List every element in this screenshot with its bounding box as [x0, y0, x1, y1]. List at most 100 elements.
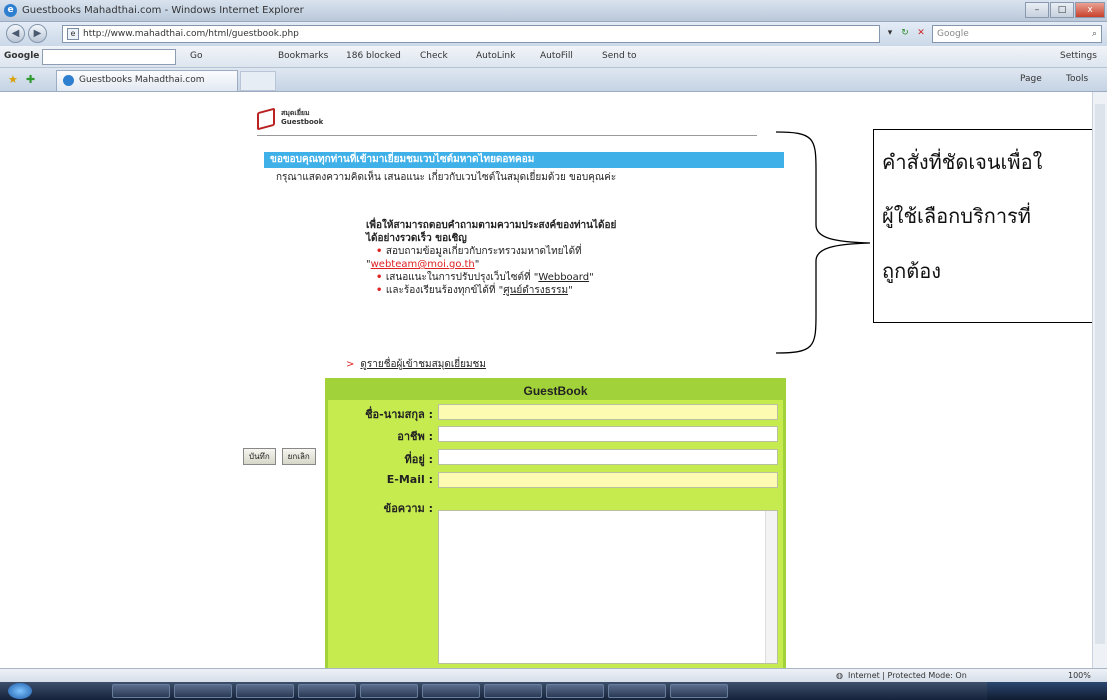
webboard-link[interactable]: Webboard — [538, 272, 589, 283]
address-dropdown-icon[interactable]: ▾ — [884, 25, 896, 43]
taskbar-button[interactable] — [484, 684, 542, 698]
favorites-star-icon[interactable]: ★ — [8, 73, 18, 86]
url-text: http://www.mahadthai.com/html/guestbook.… — [83, 29, 299, 39]
name-label: ชื่อ-นามสกุล : — [365, 408, 433, 421]
arrow-icon: > — [346, 359, 355, 370]
windows-taskbar — [0, 682, 1107, 700]
page-icon: e — [67, 28, 79, 40]
view-guests-link[interactable]: ดูรายชื่อผู้เข้าชมสมุดเยี่ยมชม — [360, 359, 486, 370]
settings-button[interactable]: Settings — [1060, 51, 1097, 61]
guestbook-form: GuestBook ชื่อ-นามสกุล : อาชีพ : ที่อยู่… — [325, 378, 786, 668]
send-to-button[interactable]: Send to — [602, 51, 637, 61]
taskbar-button[interactable] — [236, 684, 294, 698]
security-zone-text: Internet | Protected Mode: On — [848, 671, 967, 680]
address-label: ที่อยู่ : — [404, 453, 433, 466]
cancel-button[interactable]: ยกเลิก — [281, 448, 316, 465]
start-button[interactable] — [8, 683, 32, 699]
submit-button[interactable]: บันทึก — [243, 448, 276, 465]
url-field[interactable]: e http://www.mahadthai.com/html/guestboo… — [62, 25, 880, 43]
tab-page-icon — [63, 75, 74, 86]
curly-brace-annotation — [775, 131, 871, 354]
name-field[interactable] — [438, 404, 778, 420]
address-field[interactable] — [438, 449, 778, 465]
taskbar-button[interactable] — [112, 684, 170, 698]
tab-label: Guestbooks Mahadthai.com — [79, 75, 205, 85]
info-item-complaint-text: และร้องเรียนร้องทุกข์ได้ที่ — [385, 285, 499, 296]
google-go-button[interactable]: Go — [190, 51, 202, 61]
info-heading-line1: เพื่อให้สามารถตอบคำถามตามความประสงค์ของท… — [366, 220, 617, 231]
info-item-email-text: สอบถามข้อมูลเกี่ยวกับกระทรวงมหาดไทยได้ที… — [385, 246, 582, 257]
tab-bar: ★ ✚ Guestbooks Mahadthai.com Page Tools — [0, 68, 1107, 92]
globe-icon: ◍ — [836, 671, 843, 680]
complaint-center-link[interactable]: ศูนย์ดำรงธรรม — [503, 285, 568, 296]
guestbook-form-body: ชื่อ-นามสกุล : อาชีพ : ที่อยู่ : E-Mail … — [328, 400, 783, 668]
info-heading-line2: ได้อย่างรวดเร็ว ขอเชิญ — [366, 233, 467, 244]
window-titlebar: e Guestbooks Mahadthai.com - Windows Int… — [0, 0, 1107, 22]
internet-explorer-icon: e — [4, 4, 17, 17]
search-placeholder: Google — [937, 29, 969, 39]
email-field[interactable] — [438, 472, 778, 488]
new-tab-button[interactable] — [240, 71, 276, 91]
forward-button[interactable]: ▶ — [28, 24, 47, 43]
guestbook-buttons: บันทึก ยกเลิก — [243, 448, 316, 465]
page-menu[interactable]: Page — [1020, 74, 1042, 84]
guestbook-logo: สมุดเยี่ยม Guestbook — [257, 107, 757, 136]
maximize-button[interactable]: □ — [1050, 2, 1074, 18]
info-item-webboard-text: เสนอแนะในการปรับปรุงเว็บไซต์ที่ — [385, 272, 534, 283]
tab-guestbook[interactable]: Guestbooks Mahadthai.com — [56, 70, 238, 91]
page-content: สมุดเยี่ยม Guestbook ขอขอบคุณทุกท่านที่เ… — [0, 92, 1107, 668]
callout-line1: คำสั่งที่ชัดเจนเพื่อใ — [882, 150, 1043, 174]
page-scrollbar[interactable] — [1092, 92, 1107, 668]
autofill-button[interactable]: AutoFill — [540, 51, 573, 61]
bullet-icon: • — [376, 246, 386, 257]
taskbar-button[interactable] — [174, 684, 232, 698]
system-tray[interactable] — [987, 682, 1107, 700]
search-input[interactable]: Google ⌕ — [932, 25, 1102, 43]
webteam-email-link[interactable]: webteam@moi.go.th — [371, 259, 475, 270]
email-label: E-Mail : — [386, 473, 433, 486]
stop-icon[interactable]: ✕ — [914, 25, 928, 43]
callout-line2: ผู้ใช้เลือกบริการที่ — [882, 204, 1031, 228]
info-email-row: "webteam@moi.go.th" — [366, 259, 480, 270]
taskbar-button[interactable] — [546, 684, 604, 698]
taskbar-button[interactable] — [422, 684, 480, 698]
google-toolbar: Google Go Bookmarks 186 blocked Check Au… — [0, 46, 1107, 68]
taskbar-button[interactable] — [670, 684, 728, 698]
close-button[interactable]: x — [1075, 2, 1105, 18]
address-bar: ◀ ▶ e http://www.mahadthai.com/html/gues… — [0, 22, 1107, 46]
message-label: ข้อความ : — [383, 502, 433, 515]
occupation-field[interactable] — [438, 426, 778, 442]
google-search-input[interactable] — [42, 49, 176, 65]
taskbar-button[interactable] — [360, 684, 418, 698]
scrollbar-thumb[interactable] — [1095, 104, 1105, 644]
taskbar-button[interactable] — [608, 684, 666, 698]
bullet-icon: • — [376, 285, 386, 296]
tools-menu[interactable]: Tools — [1066, 74, 1088, 84]
window-title: Guestbooks Mahadthai.com - Windows Inter… — [22, 5, 304, 16]
message-textarea[interactable] — [438, 510, 778, 664]
annotation-callout-box: คำสั่งที่ชัดเจนเพื่อใ ผู้ใช้เลือกบริการท… — [873, 129, 1107, 323]
logo-text-english: Guestbook — [281, 118, 324, 126]
check-button[interactable]: Check — [420, 51, 448, 61]
intro-text: กรุณาแสดงความคิดเห็น เสนอแนะ เกี่ยวกับเว… — [276, 172, 617, 183]
refresh-icon[interactable]: ↻ — [898, 25, 912, 43]
minimize-button[interactable]: – — [1025, 2, 1049, 18]
taskbar-button[interactable] — [298, 684, 356, 698]
google-logo: Google — [4, 51, 40, 61]
textarea-scrollbar[interactable] — [765, 511, 777, 663]
occupation-label: อาชีพ : — [397, 430, 433, 443]
autolink-button[interactable]: AutoLink — [476, 51, 515, 61]
zoom-level[interactable]: 100% — [1068, 671, 1091, 680]
popup-blocked-button[interactable]: 186 blocked — [346, 51, 401, 61]
bullet-icon: • — [376, 272, 386, 283]
guestbook-title: GuestBook — [523, 384, 588, 398]
guestbook-book-icon — [257, 107, 275, 131]
callout-line3: ถูกต้อง — [882, 259, 941, 283]
bookmarks-button[interactable]: Bookmarks — [278, 51, 328, 61]
info-item-complaint: • และร้องเรียนร้องทุกข์ได้ที่ "ศูนย์ดำรง… — [376, 285, 573, 296]
back-button[interactable]: ◀ — [6, 24, 25, 43]
search-icon[interactable]: ⌕ — [1092, 26, 1097, 42]
add-favorites-icon[interactable]: ✚ — [26, 73, 35, 86]
welcome-banner: ขอขอบคุณทุกท่านที่เข้ามาเยี่ยมชมเวบไซต์ม… — [264, 152, 784, 168]
status-bar: ◍ Internet | Protected Mode: On 100% — [0, 668, 1107, 682]
